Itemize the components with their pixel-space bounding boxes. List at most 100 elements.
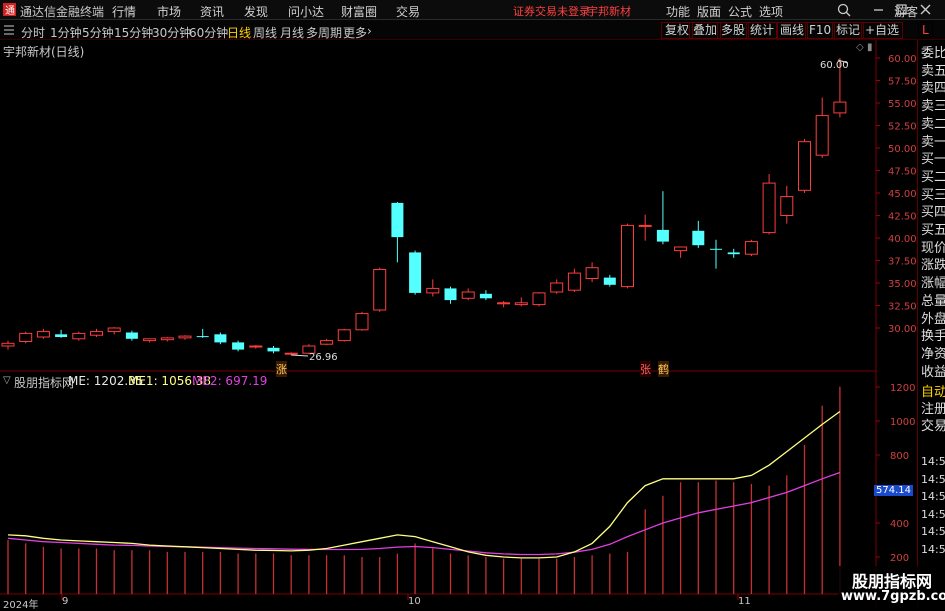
chart-frame [0,40,877,609]
indicator-tick-label: 1200 [890,383,915,394]
quote-item: 卖五 [921,63,945,79]
candle-body [284,352,298,355]
quote-item: 卖三 [921,99,945,115]
candle [214,332,227,345]
candle [638,214,652,241]
candle-body [585,267,599,280]
candle-body [1,342,15,347]
candle [674,246,688,258]
indicator-tick-label: 200 [890,553,909,564]
price-tick-label: 40.00 [888,234,917,245]
candle [798,139,811,193]
diamond-icon[interactable]: ◇ [856,42,864,53]
candle-body [36,331,50,338]
main-chart-title: 宇邦新材(日线) [3,45,85,59]
quote-item: 收益 [921,364,945,380]
quote-item: 总量 [921,293,945,309]
chart-canvas: 60.00 57.50 55.00 52.50 50.00 47.50 45.00 42.50… [0,40,917,609]
quote-item: 涨跌 [921,258,945,274]
candle [532,292,546,307]
price-tick-label: 60.00 [888,54,917,65]
marker-he[interactable]: 鹤 [658,361,669,377]
quote-time: 14:56 [921,507,945,521]
price-tick-label: 42.50 [888,212,917,223]
candles [1,58,849,357]
candle-body [532,292,546,306]
candle [479,290,492,301]
candle [656,191,669,245]
month-10: 10 [408,596,421,607]
candle-body [744,241,758,255]
price-tick-label: 55.00 [888,99,917,110]
quote-item: 卖一 [921,134,945,150]
candle-body [249,345,263,348]
candle-body [391,202,404,238]
candle-body [833,101,847,114]
marker-zhang[interactable]: 涨 [276,361,287,377]
candle-body [656,229,669,242]
indicator-me2: ME2: 697.19 [192,374,268,388]
candle-body [107,327,121,333]
candle-body [160,337,174,341]
candle-body [214,334,227,343]
candle [232,340,245,352]
price-tick-label: 47.50 [888,167,917,178]
candle [90,328,103,337]
candle-body [461,291,475,299]
quote-time: 14:56 [921,472,945,486]
quote-item: 卖四 [921,81,945,97]
indicator-tick-label: 1000 [890,417,915,428]
candle [72,331,86,341]
marker-zhang2[interactable]: 张 [640,361,651,377]
watermark: 股朋指标网 www.7gpzb.com [838,566,945,609]
candle-body [320,340,334,345]
low-arrow [291,354,309,357]
candle-body [567,272,581,291]
candle-body [355,313,369,331]
indicator-name: 股朋指标网 [14,376,75,390]
candle [19,331,33,344]
panel-toggle-icon[interactable]: ▮ [867,42,873,53]
candle [249,345,263,349]
quote-action[interactable]: 自动 [921,385,945,401]
candle [196,328,209,338]
quote-item: 现价 [921,240,945,256]
candle [320,338,334,346]
quote-item: 换手 [921,329,945,345]
candle-body [710,248,722,250]
price-tick-label: 52.50 [888,122,917,133]
candle [1,340,15,350]
candle-body [143,338,157,342]
candle [426,279,440,297]
candle-body [674,246,688,252]
quote-item: 卖二 [921,116,945,132]
candle [621,223,634,289]
quote-action[interactable]: 交易 [921,419,945,435]
price-tick-label: 32.50 [888,302,917,313]
candle [444,286,457,304]
candle [815,97,829,158]
price-tick-label: 50.00 [888,144,917,155]
candle [514,297,528,307]
candle-body [762,182,776,234]
quote-time: 14:56 [921,490,945,503]
candle [710,239,722,269]
candle-body [621,224,634,288]
candle-body [727,252,740,255]
candle [391,202,404,263]
candle-body [178,335,192,339]
candle-body [479,293,492,299]
candle-body [550,282,564,293]
candle [143,338,157,343]
candle-body [798,141,811,191]
candle-body [426,287,440,294]
candle-body [603,277,616,285]
candle [567,268,581,292]
candle [107,327,121,335]
indicator-collapse-icon[interactable]: ▽ [3,375,11,386]
candle [409,250,422,295]
high-price-label: 60.00 [820,60,849,71]
price-tick-label: 30.00 [888,324,917,335]
month-9: 9 [62,596,69,607]
quote-action[interactable]: 注册 [921,402,945,418]
